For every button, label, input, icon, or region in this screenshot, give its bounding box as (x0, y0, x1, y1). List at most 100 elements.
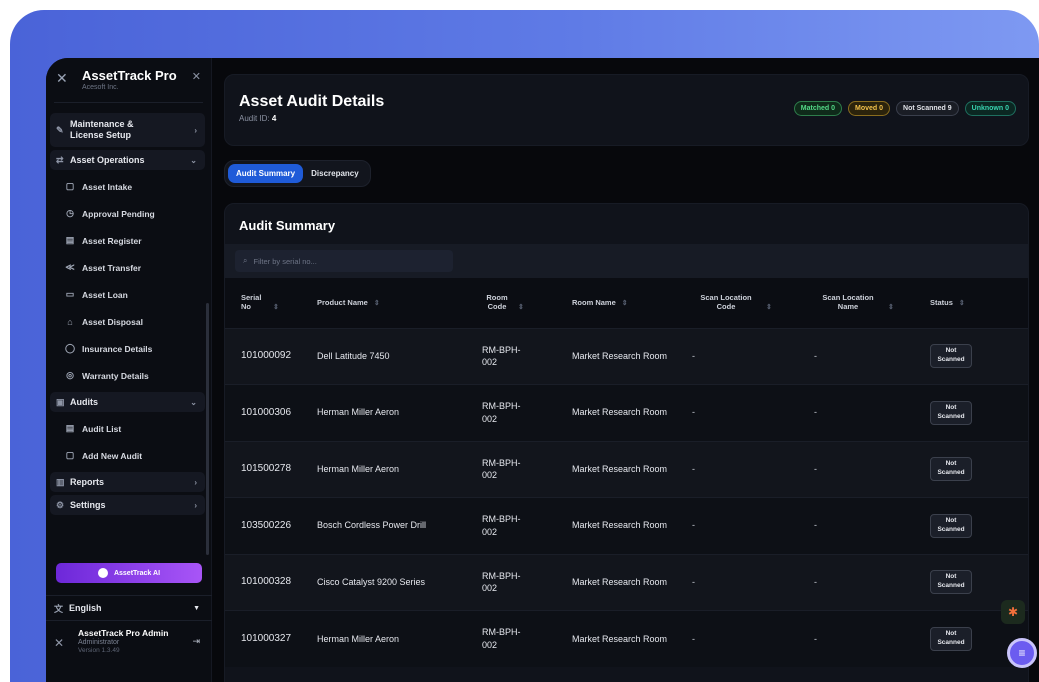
cell-scan-code: - (692, 633, 695, 644)
sidebar-item-asset-disposal[interactable]: ⌂ Asset Disposal (50, 308, 205, 335)
logout-icon[interactable]: ⇥ (192, 636, 200, 647)
brand-title: AssetTrack Pro (82, 68, 177, 83)
sidebar-group-operations[interactable]: ⇄ Asset Operations ⌄ (50, 150, 205, 170)
status-badge: Not Scanned (930, 570, 972, 595)
serial-filter-input[interactable]: ⌕ Filter by serial no... (235, 250, 453, 272)
user-role: Administrator (78, 639, 120, 646)
sort-icon: ⇕ (373, 299, 380, 307)
column-label: Scan Location Name (822, 293, 874, 312)
table-row[interactable]: 101000327 Herman Miller Aeron RM-BPH-002… (225, 610, 1028, 667)
sidebar-group-label: Settings (70, 500, 106, 510)
brand: ✕ AssetTrack Pro Acesoft Inc. ✕ (46, 58, 211, 102)
bug-report-button[interactable]: ✱ (1001, 600, 1025, 624)
sidebar-item-label: Asset Register (82, 235, 142, 246)
sidebar-group-audits[interactable]: ▣ Audits ⌄ (50, 392, 205, 412)
language-selector[interactable]: 文 English ▼ (46, 595, 212, 621)
search-icon: ⌕ (243, 256, 248, 265)
assettrack-ai-button[interactable]: AssetTrack AI (56, 563, 202, 583)
sidebar: ✕ AssetTrack Pro Acesoft Inc. ✕ ✎ Mainte… (46, 58, 212, 682)
ai-icon (97, 568, 108, 578)
cell-scan-name: - (814, 350, 817, 361)
sidebar-item-asset-transfer[interactable]: ≪ Asset Transfer (50, 254, 205, 281)
column-header-room-code[interactable]: Room Code ⇕ (476, 278, 566, 328)
sidebar-scrollbar[interactable] (206, 303, 209, 555)
room-code-text: RM-BPH-002 (482, 344, 521, 368)
sidebar-nav: ✎ Maintenance & License Setup › ⇄ Asset … (46, 103, 211, 515)
tab-discrepancy[interactable]: Discrepancy (303, 164, 367, 183)
room-name-text: Market Research Room (572, 520, 668, 531)
column-header-scan-location-name[interactable]: Scan Location Name ⇕ (808, 278, 924, 328)
sidebar-item-label: Asset Loan (82, 289, 128, 300)
cell-scan-name: - (814, 633, 817, 644)
column-header-serial[interactable]: Serial No ⇕ (225, 278, 311, 328)
room-name-text: Market Research Room (572, 407, 668, 418)
cell-room-code: RM-BPH-002 (476, 328, 566, 385)
room-name-text: Market Research Room (572, 350, 668, 361)
sidebar-item-approval-pending[interactable]: ◷ Approval Pending (50, 200, 205, 227)
cell-scan-code: - (692, 407, 695, 418)
cell-room-name: Market Research Room (566, 498, 686, 555)
audit-table: Serial No ⇕ Product Name ⇕ Room Code ⇕ Room… (225, 278, 1028, 667)
tab-audit-summary[interactable]: Audit Summary (228, 164, 304, 183)
table-header-row: Serial No ⇕ Product Name ⇕ Room Code ⇕ Room… (225, 278, 1028, 328)
table-row[interactable]: 101000306 Herman Miller Aeron RM-BPH-002… (225, 384, 1028, 442)
chevron-down-icon: ▼ (193, 604, 200, 612)
sidebar-item-warranty-details[interactable]: ◎ Warranty Details (50, 362, 205, 389)
clock-icon: ◷ (66, 208, 74, 218)
product-text: Cisco Catalyst 9200 Series (317, 576, 426, 587)
filter-bar: ⌕ Filter by serial no... (225, 244, 1028, 278)
table-row[interactable]: 103500226 Bosch Cordless Power Drill RM-… (225, 497, 1028, 555)
x-logo-icon: ✕ (56, 70, 68, 86)
cell-serial: 103500226 (241, 519, 292, 531)
table-row[interactable]: 101000328 Cisco Catalyst 9200 Series RM-… (225, 554, 1028, 611)
room-name-text: Market Research Room (572, 633, 668, 644)
column-header-product[interactable]: Product Name ⇕ (311, 278, 476, 328)
cell-scan-name: - (814, 520, 817, 531)
sort-icon: ⇕ (888, 304, 894, 312)
table-row[interactable]: 101000092 Dell Latitude 7450 RM-BPH-002 … (225, 328, 1028, 385)
sidebar-item-audit-list[interactable]: ▤ Audit List (50, 415, 205, 442)
room-code-text: RM-BPH-002 (482, 457, 521, 481)
close-icon[interactable]: ✕ (192, 70, 201, 83)
sidebar-item-asset-register[interactable]: ▤ Asset Register (50, 227, 205, 254)
chevron-down-icon: ⌄ (190, 155, 197, 165)
sidebar-group-settings[interactable]: ⚙ Settings › (50, 495, 205, 515)
register-icon: ▤ (65, 235, 75, 245)
bug-icon: ✱ (1007, 605, 1019, 619)
audit-id-label: Audit ID: (239, 114, 270, 123)
sort-icon: ⇕ (766, 304, 772, 312)
column-header-scan-location-code[interactable]: Scan Location Code ⇕ (686, 278, 808, 328)
sidebar-group-maintenance[interactable]: ✎ Maintenance & License Setup › (50, 113, 205, 147)
cell-product: Herman Miller Aeron (317, 633, 400, 644)
filter-placeholder: Filter by serial no... (253, 256, 317, 266)
status-badge: Not Scanned (930, 457, 972, 482)
column-label: Product Name (317, 297, 368, 307)
sidebar-item-add-new-audit[interactable]: ▢ Add New Audit (50, 442, 205, 469)
floating-menu-button[interactable]: ≡ (1007, 638, 1037, 668)
table-row[interactable]: 101500278 Herman Miller Aeron RM-BPH-002… (225, 441, 1028, 498)
tab-bar: Audit Summary Discrepancy (224, 160, 371, 187)
cell-room-name: Market Research Room (566, 385, 686, 442)
column-header-room-name[interactable]: Room Name ⇕ (566, 278, 686, 328)
sidebar-group-reports[interactable]: ▥ Reports › (50, 472, 205, 492)
cell-product: Herman Miller Aeron (317, 463, 400, 474)
unknown-badge: Unknown 0 (964, 101, 1016, 116)
main-content: Asset Audit Details Audit ID: 4 Matched … (212, 58, 1039, 682)
cell-status: Not Scanned (924, 385, 1028, 442)
moved-badge: Moved 0 (848, 101, 891, 116)
sidebar-item-asset-intake[interactable]: ▢ Asset Intake (50, 173, 205, 200)
sort-icon: ⇕ (958, 299, 965, 307)
sidebar-group-label: Asset Operations (70, 155, 145, 165)
language-icon: 文 (54, 603, 64, 614)
shield-icon: ◎ (66, 370, 74, 380)
sort-icon: ⇕ (621, 299, 628, 307)
cell-scan-code: - (692, 350, 695, 361)
sidebar-item-asset-loan[interactable]: ▭ Asset Loan (50, 281, 205, 308)
cell-status: Not Scanned (924, 328, 1028, 385)
cell-status: Not Scanned (924, 441, 1028, 498)
column-header-status[interactable]: Status ⇕ (924, 278, 1028, 328)
room-code-text: RM-BPH-002 (482, 627, 521, 650)
sidebar-item-insurance-details[interactable]: ◯ Insurance Details (50, 335, 205, 362)
sidebar-group-label: Maintenance & License Setup (70, 118, 134, 140)
sort-icon: ⇕ (518, 304, 524, 312)
